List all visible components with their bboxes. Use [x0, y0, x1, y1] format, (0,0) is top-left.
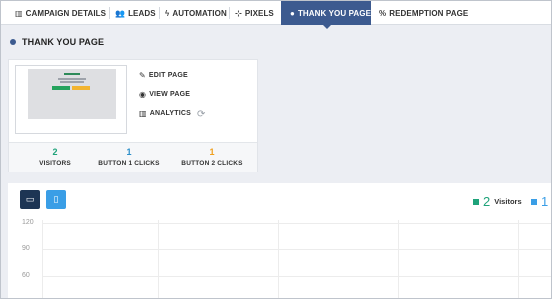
bolt-icon: ϟ: [165, 8, 170, 18]
legend-value: 2: [483, 194, 491, 209]
active-tab-caret: [322, 24, 332, 29]
grid-line: [42, 276, 551, 277]
tab-pixels[interactable]: ⊹ PIXELS: [235, 1, 274, 25]
tab-label: THANK YOU PAGE: [297, 8, 372, 18]
thumbnail-text-line: [58, 78, 86, 80]
tab-label: PIXELS: [244, 8, 274, 18]
view-page-label: VIEW PAGE: [149, 91, 191, 98]
y-tick-label: 120: [22, 219, 34, 226]
button-1-clicks-stat: 1 BUTTON 1 CLICKS: [89, 147, 169, 167]
tab-leads[interactable]: 👥 LEADS: [115, 1, 156, 25]
tab-thank-you-page[interactable]: ● THANK YOU PAGE: [281, 1, 371, 25]
tab-redemption-page[interactable]: % REDEMPTION PAGE: [379, 1, 468, 25]
thumbnail-button-1: [52, 86, 70, 90]
grid-line: [42, 220, 43, 298]
analytics-button[interactable]: ▥ ANALYTICS: [139, 109, 191, 118]
crosshair-icon: ⊹: [235, 8, 242, 18]
button-2-clicks-count: 1: [209, 147, 215, 157]
legend-label: Visitors: [494, 197, 522, 206]
thumbnail-button-2: [72, 86, 90, 90]
visitors-stat: 2 VISITORS: [15, 147, 95, 167]
legend-value: 1: [541, 194, 549, 209]
button-1-clicks-label: BUTTON 1 CLICKS: [98, 160, 160, 167]
legend-item-visitors: 2 Visitors: [473, 195, 522, 208]
visitors-label: VISITORS: [39, 160, 71, 167]
tab-label: AUTOMATION: [172, 8, 227, 18]
tab-label: CAMPAIGN DETAILS: [25, 8, 107, 18]
legend-swatch: [531, 198, 537, 205]
page-preview-card: ✎ EDIT PAGE ◉ VIEW PAGE ▥ ANALYTICS ⟳ 2 …: [8, 59, 258, 172]
mobile-icon: ▯: [53, 194, 59, 204]
grid-line: [278, 220, 279, 298]
grid-line: [518, 220, 519, 298]
button-1-clicks-count: 1: [126, 147, 132, 157]
page-thumbnail[interactable]: [15, 65, 127, 134]
refresh-icon[interactable]: ⟳: [197, 109, 205, 120]
tab-label: REDEMPTION PAGE: [389, 8, 469, 18]
thumbnail-preview-image: [28, 69, 116, 119]
legend-swatch: [473, 198, 479, 205]
tab-automation[interactable]: ϟ AUTOMATION: [165, 1, 227, 25]
thumbnail-logo: [64, 73, 80, 75]
view-page-button[interactable]: ◉ VIEW PAGE: [139, 90, 190, 99]
thumbnail-text-line: [60, 81, 84, 83]
grid-line: [398, 220, 399, 298]
page-title: THANK YOU PAGE: [22, 37, 105, 47]
visitors-count: 2: [52, 147, 58, 157]
edit-page-button[interactable]: ✎ EDIT PAGE: [139, 71, 188, 80]
button-2-clicks-label: BUTTON 2 CLICKS: [181, 160, 243, 167]
y-tick-label: 90: [22, 245, 30, 252]
edit-icon: ✎: [139, 71, 146, 80]
title-bullet-icon: [10, 39, 16, 45]
button-2-clicks-stat: 1 BUTTON 2 CLICKS: [172, 147, 252, 167]
edit-page-label: EDIT PAGE: [148, 72, 188, 79]
percent-icon: %: [379, 8, 387, 18]
circle-icon: ●: [290, 8, 295, 18]
bar-chart-icon: ▥: [15, 8, 23, 18]
analytics-icon: ▥: [139, 109, 147, 118]
grid-line: [42, 223, 551, 224]
mobile-view-button[interactable]: ▯: [46, 190, 66, 209]
y-tick-label: 60: [22, 272, 30, 279]
tab-divider: [109, 7, 110, 19]
desktop-view-button[interactable]: ▭: [20, 190, 40, 209]
users-icon: 👥: [115, 8, 126, 18]
analytics-chart-panel: ▭ ▯ 2 Visitors 1 120 90 60: [8, 183, 551, 298]
stats-bar: 2 VISITORS 1 BUTTON 1 CLICKS 1 BUTTON 2 …: [9, 142, 257, 172]
tab-bar: ▥ CAMPAIGN DETAILS 👥 LEADS ϟ AUTOMATION …: [1, 1, 551, 25]
tab-divider: [159, 7, 160, 19]
legend-item-series-2: 1: [531, 195, 552, 208]
tab-label: LEADS: [128, 8, 156, 18]
eye-icon: ◉: [139, 90, 147, 99]
analytics-label: ANALYTICS: [149, 110, 191, 117]
grid-line: [158, 220, 159, 298]
tab-campaign-details[interactable]: ▥ CAMPAIGN DETAILS: [15, 1, 106, 25]
monitor-icon: ▭: [25, 194, 35, 204]
grid-line: [42, 249, 551, 250]
tab-divider: [229, 7, 230, 19]
